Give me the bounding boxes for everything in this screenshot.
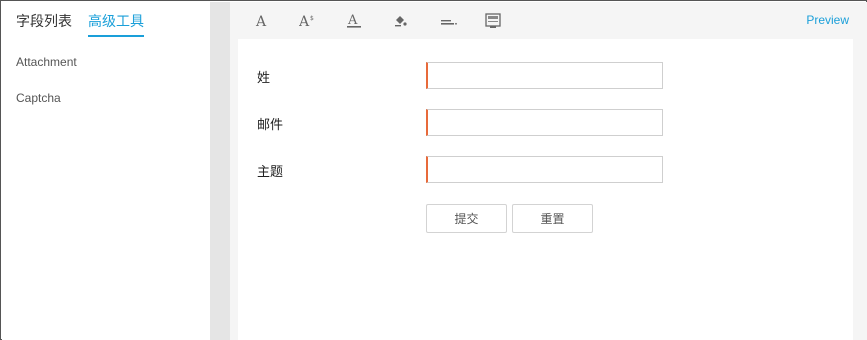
svg-text:A: A [347, 13, 358, 28]
field-label-subject: 主题 [257, 165, 284, 180]
svg-text:A: A [255, 14, 267, 28]
email-input[interactable] [426, 109, 663, 136]
sidebar-item-captcha[interactable]: Captcha [16, 91, 61, 105]
svg-text:$: $ [310, 15, 314, 22]
font-color-icon[interactable]: A [343, 10, 365, 32]
main-panel: A A $ A Preview 姓 邮件 主题 提交 重置 [230, 2, 867, 340]
layout-icon[interactable] [482, 10, 504, 32]
window: 字段列表 高级工具 Attachment Captcha A A $ A Pre… [0, 0, 867, 340]
panel-divider [210, 2, 230, 340]
toolbar: A A $ A Preview [230, 2, 867, 38]
line-spacing-icon[interactable] [438, 10, 460, 32]
field-label-surname: 姓 [257, 71, 271, 86]
surname-input[interactable] [426, 62, 663, 89]
subject-input[interactable] [426, 156, 663, 183]
tab-field-list[interactable]: 字段列表 [16, 11, 72, 35]
field-label-email: 邮件 [257, 118, 284, 133]
tab-advanced-tools[interactable]: 高级工具 [88, 11, 144, 37]
font-icon[interactable]: A [251, 10, 273, 32]
sidebar-item-attachment[interactable]: Attachment [16, 55, 77, 69]
reset-button[interactable]: 重置 [512, 204, 593, 233]
preview-link[interactable]: Preview [806, 13, 849, 27]
font-size-icon[interactable]: A $ [297, 10, 319, 32]
background-fill-icon[interactable] [389, 10, 411, 32]
submit-button[interactable]: 提交 [426, 204, 507, 233]
sidebar: 字段列表 高级工具 Attachment Captcha [2, 2, 210, 340]
svg-text:A: A [299, 14, 310, 28]
form-canvas: 姓 邮件 主题 提交 重置 [238, 39, 853, 340]
